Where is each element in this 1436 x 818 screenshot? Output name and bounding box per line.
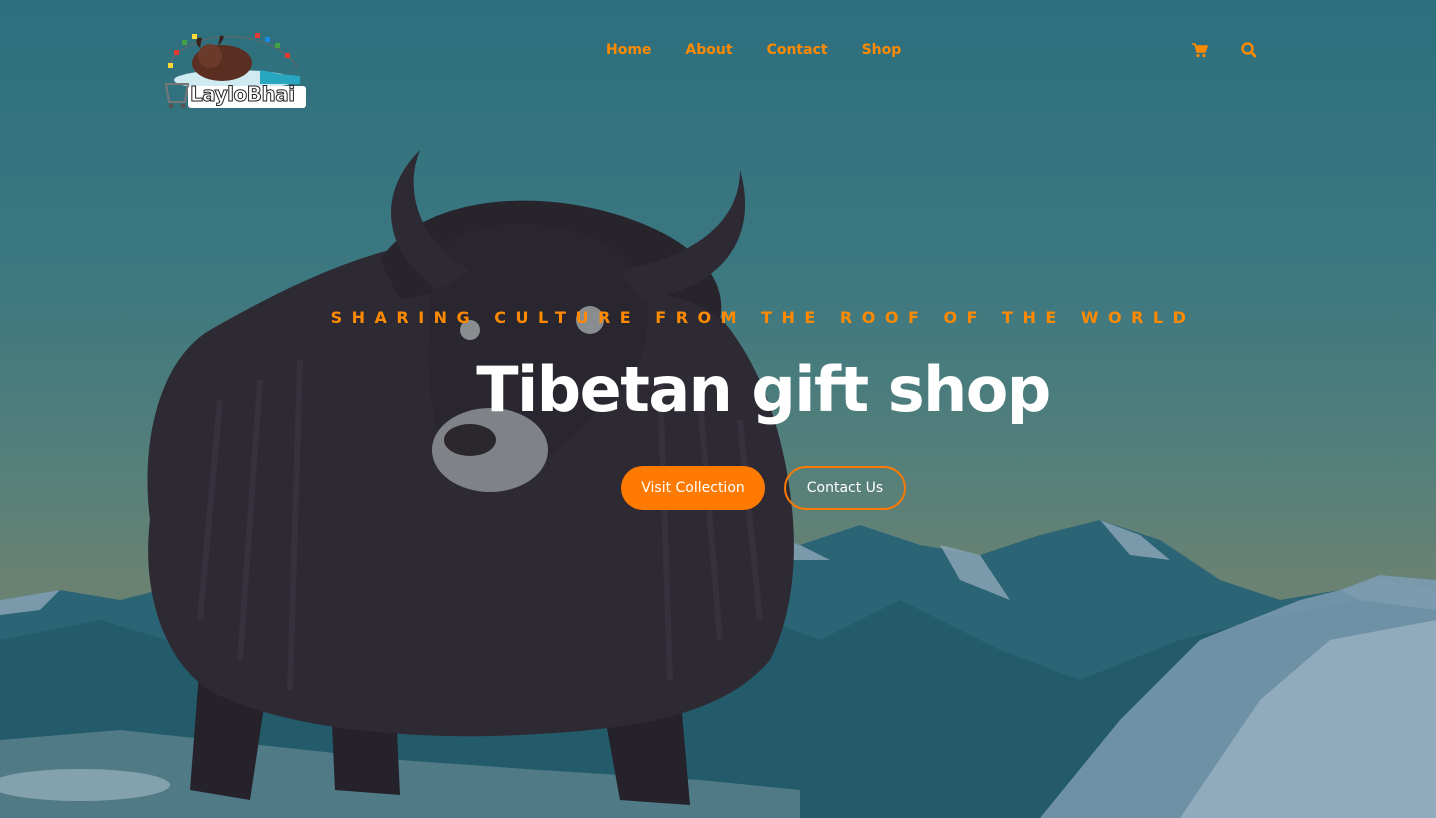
hero-cta-group: Visit Collection Contact Us (621, 466, 906, 510)
hero-section: LayloBhai Home About Contact Shop SHARIN… (0, 0, 1436, 818)
magnifier-icon (1241, 42, 1257, 58)
nav-home[interactable]: Home (606, 40, 651, 60)
hero-title: Tibetan gift shop (476, 353, 1051, 426)
brand-wordmark: LayloBhai (190, 82, 296, 106)
search-button[interactable] (1239, 40, 1259, 60)
shopping-cart-icon (1192, 43, 1209, 58)
nav-shop[interactable]: Shop (862, 40, 902, 60)
contact-us-button[interactable]: Contact Us (784, 466, 906, 510)
site-header: LayloBhai Home About Contact Shop (0, 0, 1436, 120)
visit-collection-button[interactable]: Visit Collection (621, 466, 765, 510)
nav-about[interactable]: About (685, 40, 732, 60)
main-nav: Home About Contact Shop (606, 40, 901, 60)
nav-contact[interactable]: Contact (767, 40, 828, 60)
hero-tagline: SHARING CULTURE FROM THE ROOF OF THE WOR… (330, 308, 1196, 327)
cart-button[interactable] (1190, 40, 1210, 60)
